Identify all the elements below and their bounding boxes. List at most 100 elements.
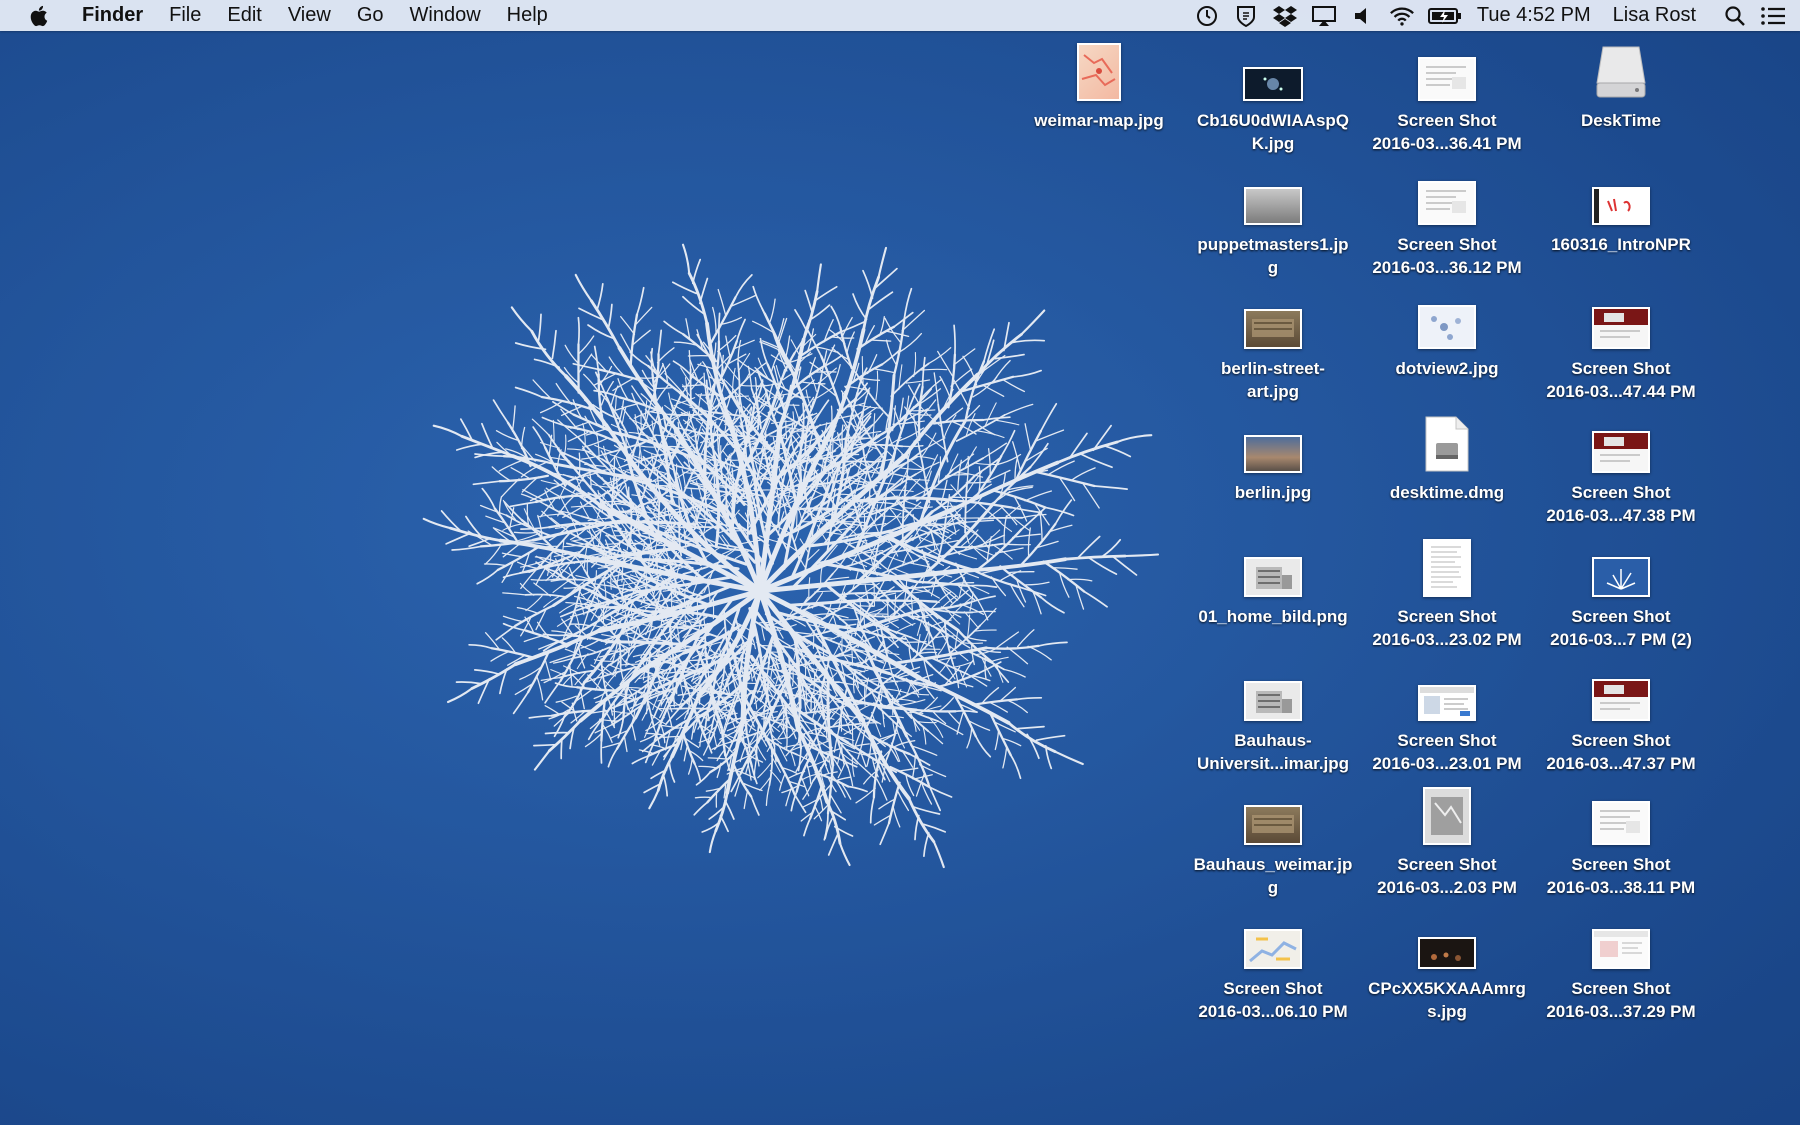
algae-branch (948, 496, 980, 499)
desktop-icon-label: puppetmasters1.jp g (1197, 235, 1349, 277)
desktop-icon-label: Screen Shot 2016-03...47.37 PM (1546, 731, 1696, 773)
desktop-icon-label: Screen Shot 2016-03...47.44 PM (1546, 359, 1696, 401)
desktop-icon-label: CPcXX5KXAAAmrg s.jpg (1368, 979, 1526, 1021)
file-thumbnail-icon (1362, 165, 1532, 225)
file-thumbnail-icon (1362, 413, 1532, 473)
desktop-icon-label: Screen Shot 2016-03...06.10 PM (1198, 979, 1348, 1021)
file-thumbnail-icon (1188, 785, 1358, 845)
algae-branch (668, 413, 703, 417)
algae-branch (533, 743, 557, 747)
algae-branch (577, 316, 580, 346)
file-thumbnail-icon (1188, 41, 1358, 101)
algae-branch (713, 475, 716, 495)
desktop-icon[interactable]: Screen Shot 2016-03...36.12 PM (1362, 165, 1532, 279)
file-thumbnail-icon (1536, 165, 1706, 225)
menu-file[interactable]: File (169, 4, 201, 27)
algae-branch (792, 668, 794, 687)
desktop-icon[interactable]: Bauhaus- Universit...imar.jpg (1188, 661, 1358, 775)
desktop-icon-label: Screen Shot 2016-03...7 PM (2) (1550, 607, 1692, 649)
shield-icon[interactable] (1233, 3, 1259, 29)
desktop-icon-label: weimar-map.jpg (1034, 111, 1164, 130)
apple-menu-icon[interactable] (28, 4, 52, 28)
desktop-icon[interactable]: 160316_IntroNPR (1536, 165, 1706, 256)
desktop-icon[interactable]: desktime.dmg (1362, 413, 1532, 504)
desktop-icon-label: 01_home_bild.png (1198, 607, 1348, 626)
menu-edit[interactable]: Edit (227, 4, 261, 27)
file-thumbnail-icon (1188, 165, 1358, 225)
file-thumbnail-icon (1362, 909, 1532, 969)
battery-icon[interactable] (1427, 3, 1462, 29)
desktop-icon-label: DeskTime (1580, 111, 1661, 130)
algae-branch (851, 721, 854, 747)
desktop-icon[interactable]: dotview2.jpg (1362, 289, 1532, 380)
algae-branch (698, 686, 701, 705)
desktop-icon[interactable]: Screen Shot 2016-03...2.03 PM (1362, 785, 1532, 899)
file-thumbnail-icon (1536, 661, 1706, 721)
desktop-icon[interactable]: Cb16U0dWIAAspQ K.jpg (1188, 41, 1358, 155)
wifi-icon[interactable] (1389, 3, 1415, 29)
desktop-icon-label: 160316_IntroNPR (1551, 235, 1691, 254)
file-thumbnail-icon (1014, 41, 1184, 101)
desktop-icon[interactable]: puppetmasters1.jp g (1188, 165, 1358, 279)
menu-go[interactable]: Go (357, 4, 384, 27)
menu-clock[interactable]: Tue 4:52 PM (1477, 4, 1591, 27)
menu-user-name[interactable]: Lisa Rost (1613, 4, 1696, 27)
file-thumbnail-icon (1188, 413, 1358, 473)
desktop-icon[interactable]: Screen Shot 2016-03...36.41 PM (1362, 41, 1532, 155)
menu-bar: Finder File Edit View Go Window Help Tue… (0, 0, 1800, 31)
menu-help[interactable]: Help (507, 4, 548, 27)
file-thumbnail-icon (1536, 537, 1706, 597)
desktop-icon[interactable]: Screen Shot 2016-03...37.29 PM (1536, 909, 1706, 1023)
algae-branch (560, 737, 563, 760)
menu-window[interactable]: Window (410, 4, 481, 27)
desktop-icon[interactable]: Bauhaus_weimar.jp g (1188, 785, 1358, 899)
desktop-icon[interactable]: Screen Shot 2016-03...06.10 PM (1188, 909, 1358, 1023)
file-thumbnail-icon (1536, 785, 1706, 845)
file-thumbnail-icon (1188, 909, 1358, 969)
desktop-icon-label: Screen Shot 2016-03...47.38 PM (1546, 483, 1696, 525)
desktop-icon-label: Bauhaus_weimar.jp g (1193, 855, 1353, 897)
volume-icon[interactable] (1350, 3, 1376, 29)
algae-branch (683, 590, 686, 607)
desktop-icon-label: Screen Shot 2016-03...37.29 PM (1546, 979, 1696, 1021)
desktop-icon[interactable]: Screen Shot 2016-03...23.02 PM (1362, 537, 1532, 651)
desktop-icon[interactable]: berlin-street- art.jpg (1188, 289, 1358, 403)
algae-branch (675, 707, 711, 710)
desktop-icon[interactable]: DeskTime (1536, 41, 1706, 132)
desktop-icon-label: desktime.dmg (1389, 483, 1505, 502)
airplay-icon[interactable] (1311, 3, 1337, 29)
desktop-icon[interactable]: Screen Shot 2016-03...47.37 PM (1536, 661, 1706, 775)
file-thumbnail-icon (1362, 661, 1532, 721)
file-thumbnail-icon (1188, 537, 1358, 597)
file-thumbnail-icon (1362, 537, 1532, 597)
desktop-icon[interactable]: Screen Shot 2016-03...47.38 PM (1536, 413, 1706, 527)
spotlight-search-icon[interactable] (1722, 3, 1748, 29)
file-thumbnail-icon (1536, 41, 1706, 101)
menu-finder[interactable]: Finder (82, 4, 143, 27)
desktop-icon[interactable]: weimar-map.jpg (1014, 41, 1184, 132)
time-machine-icon[interactable] (1194, 3, 1220, 29)
file-thumbnail-icon (1362, 785, 1532, 845)
dropbox-icon[interactable] (1272, 3, 1298, 29)
desktop-icon-label: berlin.jpg (1234, 483, 1312, 502)
desktop-icon-label: Screen Shot 2016-03...36.41 PM (1372, 111, 1522, 153)
desktop-icon[interactable]: Screen Shot 2016-03...23.01 PM (1362, 661, 1532, 775)
algae-branch (802, 402, 805, 432)
desktop-icon[interactable]: Screen Shot 2016-03...38.11 PM (1536, 785, 1706, 899)
file-thumbnail-icon (1362, 41, 1532, 101)
file-thumbnail-icon (1188, 661, 1358, 721)
desktop-icon-label: berlin-street- art.jpg (1221, 359, 1325, 401)
notification-center-icon[interactable] (1760, 3, 1786, 29)
desktop-icon-label: Cb16U0dWIAAspQ K.jpg (1196, 111, 1350, 153)
algae-branch (911, 599, 938, 603)
desktop-icon[interactable]: berlin.jpg (1188, 413, 1358, 504)
desktop-icon[interactable]: 01_home_bild.png (1188, 537, 1358, 628)
desktop-icon[interactable]: CPcXX5KXAAAmrg s.jpg (1362, 909, 1532, 1023)
desktop-icon[interactable]: Screen Shot 2016-03...47.44 PM (1536, 289, 1706, 403)
file-thumbnail-icon (1536, 413, 1706, 473)
file-thumbnail-icon (1362, 289, 1532, 349)
desktop-icon-label: Screen Shot 2016-03...2.03 PM (1377, 855, 1517, 897)
desktop-icon[interactable]: Screen Shot 2016-03...7 PM (2) (1536, 537, 1706, 651)
menu-view[interactable]: View (288, 4, 331, 27)
algae-branch (578, 452, 581, 476)
